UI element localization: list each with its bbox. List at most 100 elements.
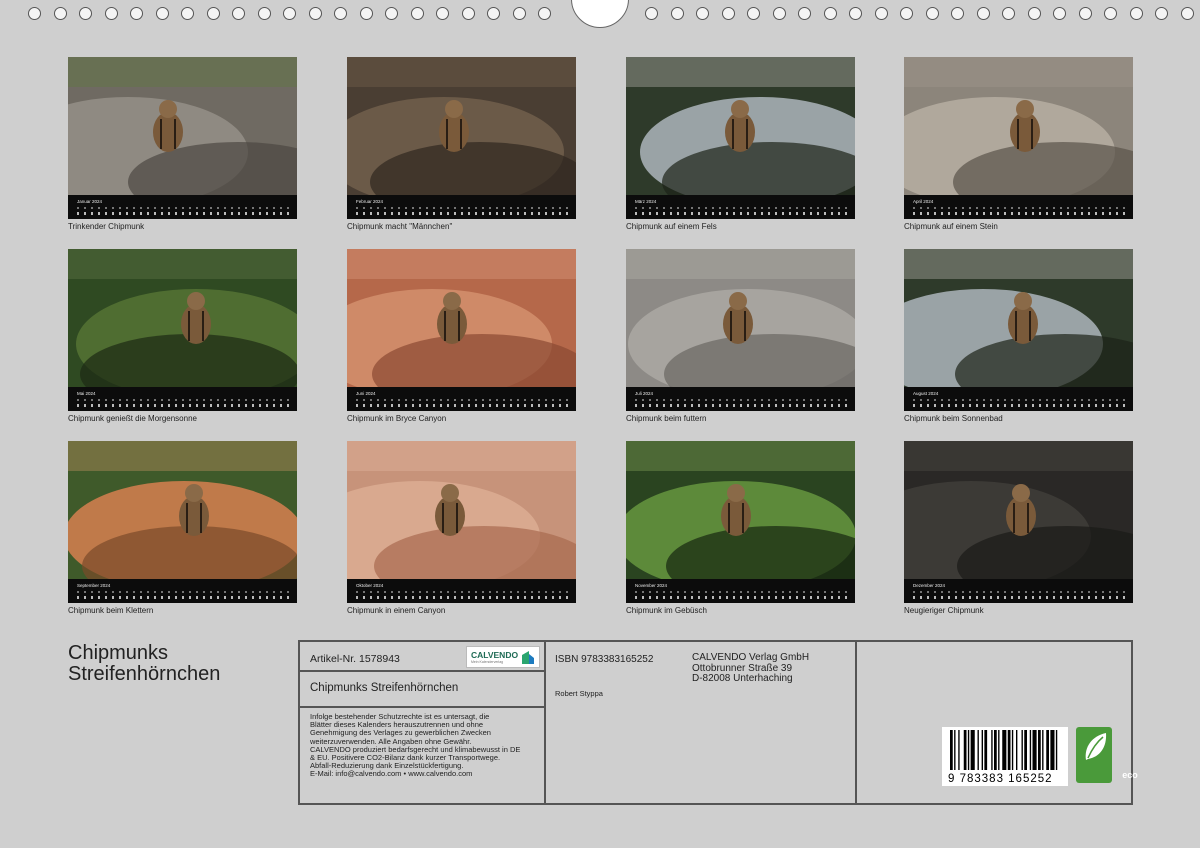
chipmunk-photo <box>626 249 855 387</box>
chipmunk-photo <box>626 441 855 579</box>
photo-caption: Chipmunk auf einem Fels <box>626 222 717 231</box>
month-calendar-bar: September 2024 <box>68 579 297 603</box>
binding-ring <box>747 7 760 20</box>
month-thumbnail: November 2024 Chipmunk im Gebüsch <box>626 441 855 615</box>
binding-ring <box>900 7 913 20</box>
divider <box>544 642 546 803</box>
binding-ring <box>79 7 92 20</box>
binding-ring <box>1155 7 1168 20</box>
photo-caption: Chipmunk auf einem Stein <box>904 222 998 231</box>
month-thumbnail: Oktober 2024 Chipmunk in einem Canyon <box>347 441 576 615</box>
eco-badge: eco <box>1076 727 1138 783</box>
month-calendar-bar: März 2024 <box>626 195 855 219</box>
calendar-title: Chipmunks Streifenhörnchen <box>68 643 220 685</box>
month-thumbnail: Februar 2024 Chipmunk macht "Männchen" <box>347 57 576 231</box>
photo-caption: Trinkender Chipmunk <box>68 222 145 231</box>
photo-caption: Neugieriger Chipmunk <box>904 606 984 615</box>
chipmunk-photo <box>347 57 576 195</box>
day-grid <box>77 206 291 216</box>
chipmunk-photo <box>347 249 576 387</box>
month-calendar-bar: Juni 2024 <box>347 387 576 411</box>
binding-ring <box>1002 7 1015 20</box>
photo-caption: Chipmunk in einem Canyon <box>347 606 446 615</box>
binding-ring <box>976 7 990 20</box>
photo-caption: Chipmunk genießt die Morgensonne <box>68 414 197 423</box>
month-calendar-bar: April 2024 <box>904 195 1133 219</box>
chipmunk-photo <box>904 249 1133 387</box>
chipmunk-photo <box>626 57 855 195</box>
binding-ring <box>721 7 735 20</box>
legal-text: Infolge bestehender Schutzrechte ist es … <box>310 712 521 779</box>
chipmunk-photo <box>68 249 297 387</box>
binding-ring <box>696 7 709 20</box>
binding-ring <box>823 7 837 20</box>
day-grid <box>77 590 291 600</box>
binding-ring <box>104 7 118 20</box>
binding-ring <box>359 7 373 20</box>
hanger-hole <box>571 0 629 28</box>
month-thumbnail: September 2024 Chipmunk beim Klettern <box>68 441 297 615</box>
binding-ring <box>1078 7 1092 20</box>
barcode-number: 9 783383 165252 <box>948 773 1053 785</box>
month-label: Dezember 2024 <box>913 583 946 588</box>
binding-ring <box>1027 7 1041 20</box>
binding-ring <box>283 7 296 20</box>
binding-ring <box>487 7 500 20</box>
day-grid <box>635 206 849 216</box>
month-thumbnail: Juni 2024 Chipmunk im Bryce Canyon <box>347 249 576 423</box>
month-calendar-bar: Juli 2024 <box>626 387 855 411</box>
isbn: ISBN 9783383165252 <box>555 654 654 665</box>
calvendo-logo: CALVENDO Mein Kalenderverlag <box>466 646 540 668</box>
binding-ring <box>849 7 862 20</box>
photo-caption: Chipmunk im Gebüsch <box>626 606 707 615</box>
article-number: Artikel-Nr. 1578943 <box>310 653 400 665</box>
month-thumbnail: Juli 2024 Chipmunk beim futtern <box>626 249 855 423</box>
month-calendar-bar: Oktober 2024 <box>347 579 576 603</box>
binding-ring <box>670 7 684 20</box>
barcode: 9 783383 165252 <box>942 727 1068 786</box>
binding-ring <box>538 7 551 20</box>
month-thumbnail: März 2024 Chipmunk auf einem Fels <box>626 57 855 231</box>
day-grid <box>77 398 291 408</box>
binding-ring <box>1129 7 1143 20</box>
chipmunk-photo <box>904 441 1133 579</box>
binding-ring <box>155 7 169 20</box>
binding-ring <box>232 7 245 20</box>
month-thumbnail: Mai 2024 Chipmunk genießt die Morgensonne <box>68 249 297 423</box>
divider <box>300 670 544 672</box>
binding-ring <box>28 7 41 20</box>
logo-mark-icon <box>522 651 534 664</box>
month-label: Januar 2024 <box>77 199 103 204</box>
month-calendar-bar: August 2024 <box>904 387 1133 411</box>
month-thumbnail: April 2024 Chipmunk auf einem Stein <box>904 57 1133 231</box>
day-grid <box>356 206 570 216</box>
photo-caption: Chipmunk im Bryce Canyon <box>347 414 447 423</box>
photo-caption: Chipmunk beim Sonnenbad <box>904 414 1003 423</box>
binding-ring <box>951 7 964 20</box>
binding-ring <box>1104 7 1117 20</box>
logo-text: CALVENDO <box>471 650 519 660</box>
month-calendar-bar: Februar 2024 <box>347 195 576 219</box>
binding-ring <box>53 7 67 20</box>
binding-ring <box>461 7 475 20</box>
month-label: Oktober 2024 <box>356 583 384 588</box>
month-label: September 2024 <box>77 583 111 588</box>
month-label: August 2024 <box>913 391 939 396</box>
author: Robert Styppa <box>555 689 603 698</box>
month-label: Mai 2024 <box>77 391 96 396</box>
binding-ring <box>645 7 658 20</box>
month-label: November 2024 <box>635 583 668 588</box>
binding-ring <box>308 7 322 20</box>
binding-ring <box>130 7 143 20</box>
binding-ring <box>1180 7 1194 20</box>
binding-ring <box>772 7 786 20</box>
month-label: Februar 2024 <box>356 199 384 204</box>
photo-caption: Chipmunk beim futtern <box>626 414 707 423</box>
photo-caption: Chipmunk beim Klettern <box>68 606 154 615</box>
month-label: April 2024 <box>913 199 934 204</box>
binding-ring <box>410 7 424 20</box>
binding-ring <box>874 7 888 20</box>
day-grid <box>356 398 570 408</box>
binding-ring <box>181 7 194 20</box>
day-grid <box>913 206 1127 216</box>
